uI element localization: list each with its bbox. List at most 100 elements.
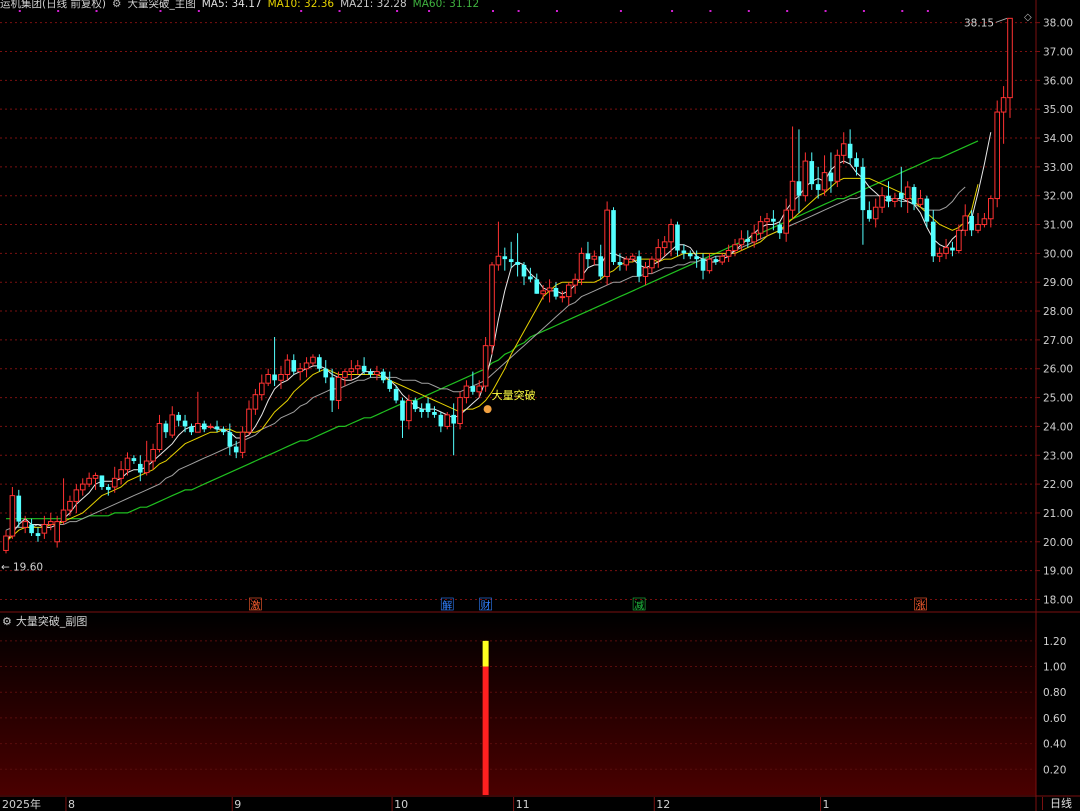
candle-body-up	[258, 382, 265, 396]
candle-body-up	[629, 255, 636, 260]
candle-body-down	[828, 172, 834, 182]
sub-tick-label: 1.20	[1043, 636, 1066, 648]
candle-body-up	[47, 521, 54, 525]
candle-body-down	[508, 259, 514, 263]
candle-body-down	[681, 250, 687, 254]
candle-body-up	[962, 215, 969, 231]
sub-panel-background	[0, 616, 1036, 795]
price-tick-label: 34.00	[1043, 133, 1073, 145]
candle-body-down	[528, 276, 533, 280]
candle-body-down	[387, 380, 392, 389]
price-tick-label: 21.00	[1043, 508, 1073, 520]
candle-body-up	[482, 345, 489, 387]
candle-body-down	[16, 495, 22, 522]
signal-hand-icon	[483, 405, 492, 414]
top-signal-dot	[671, 10, 674, 12]
high-price-pointer	[995, 17, 1008, 23]
top-signal-dot	[18, 10, 21, 12]
candle-body-down	[675, 224, 680, 251]
candles	[3, 17, 1013, 554]
event-marker-1: 解	[442, 599, 452, 612]
candle-body-up	[789, 180, 796, 211]
candle-body-up	[655, 247, 662, 260]
kline-chart[interactable]: 18.00 19.00 20.00 21.00 22.00 23.00 24.00 25.00…	[0, 0, 1080, 811]
time-tick-label: 12	[656, 798, 670, 811]
panel-backgrounds	[0, 0, 1080, 811]
ma5-line	[5, 132, 992, 543]
candle-body-up	[591, 255, 598, 260]
candle-body-up	[578, 252, 585, 280]
candle-body-up	[943, 247, 949, 254]
time-tick-label: 2025年	[2, 797, 41, 811]
candle-body-up	[444, 414, 451, 427]
candle-body-down	[553, 287, 559, 297]
candle-body-up	[936, 252, 943, 257]
top-signal-dot	[197, 10, 200, 12]
candle-body-up	[725, 249, 732, 257]
candle-body-down	[745, 238, 751, 242]
candle-body-up	[348, 368, 355, 373]
candle-body-up	[169, 414, 176, 436]
candle-body-up	[565, 284, 572, 298]
candle-body-down	[400, 400, 405, 421]
candle-body-down	[182, 420, 188, 427]
settings-icon[interactable]: ⚙	[112, 0, 121, 10]
price-tick-label: 31.00	[1043, 220, 1073, 232]
stock-title[interactable]: 运机集团(日线 前复权)	[0, 0, 106, 10]
candle-body-down	[771, 218, 776, 222]
candle-body-down	[636, 256, 642, 277]
candle-body-up	[917, 198, 924, 205]
price-tick-label: 20.00	[1043, 537, 1073, 549]
candle-body-up	[546, 287, 553, 292]
candle-body-down	[777, 224, 783, 234]
top-signal-dot	[57, 10, 60, 12]
indicator-title[interactable]: 大量突破_主图	[127, 0, 195, 10]
top-signal-dot	[396, 10, 399, 12]
candle-body-up	[764, 218, 770, 223]
candle-body-down	[368, 371, 373, 375]
candle-body-down	[451, 414, 456, 424]
candle-body-up	[495, 255, 502, 266]
candle-body-down	[163, 423, 169, 433]
candle-body-down	[272, 374, 277, 381]
candle-body-up	[303, 362, 310, 370]
price-tick-label: 26.00	[1043, 364, 1073, 376]
candle-body-down	[815, 184, 821, 190]
price-tick-label: 24.00	[1043, 421, 1073, 433]
candle-body-up	[1000, 97, 1007, 113]
candle-body-up	[342, 371, 348, 378]
period-button[interactable]: 日线	[1042, 797, 1079, 810]
ma21-label: MA21: 32.28	[340, 0, 407, 10]
top-signal-dot	[517, 10, 520, 12]
candle-body-up	[642, 267, 649, 277]
time-tick-label: 10	[394, 798, 408, 811]
candle-body-up	[975, 224, 981, 231]
high-price-label: 38.15	[964, 17, 994, 29]
chart-header: 运机集团(日线 前复权) ⚙ 大量突破_主图 MA5: 34.17 MA10: …	[0, 0, 479, 10]
candle-body-down	[969, 215, 974, 231]
candle-body-down	[950, 247, 955, 251]
candle-body-up	[54, 521, 60, 543]
candle-body-down	[617, 262, 623, 265]
candle-body-up	[738, 238, 745, 246]
moving-averages	[5, 132, 992, 543]
candle-body-down	[867, 210, 872, 219]
candle-body-up	[265, 374, 271, 384]
candle-body-up	[86, 477, 92, 485]
price-tick-label: 18.00	[1043, 594, 1073, 606]
candle-body-down	[189, 426, 194, 433]
candle-body-down	[687, 253, 693, 257]
candle-body-down	[291, 360, 297, 372]
price-tick-label: 23.00	[1043, 450, 1073, 462]
time-tick-label: 9	[234, 798, 241, 811]
candle-body-down	[886, 195, 891, 202]
sub-panel-title[interactable]: 大量突破_副图	[16, 613, 88, 629]
ma5-label: MA5: 34.17	[201, 0, 262, 10]
candle-body-down	[438, 414, 444, 427]
price-tick-label: 28.00	[1043, 306, 1073, 318]
candle-body-up	[463, 385, 470, 399]
candle-body-down	[380, 371, 386, 381]
settings-icon[interactable]: ⚙	[2, 615, 12, 628]
time-tick-label: 11	[516, 798, 530, 811]
candle-body-down	[521, 264, 527, 277]
